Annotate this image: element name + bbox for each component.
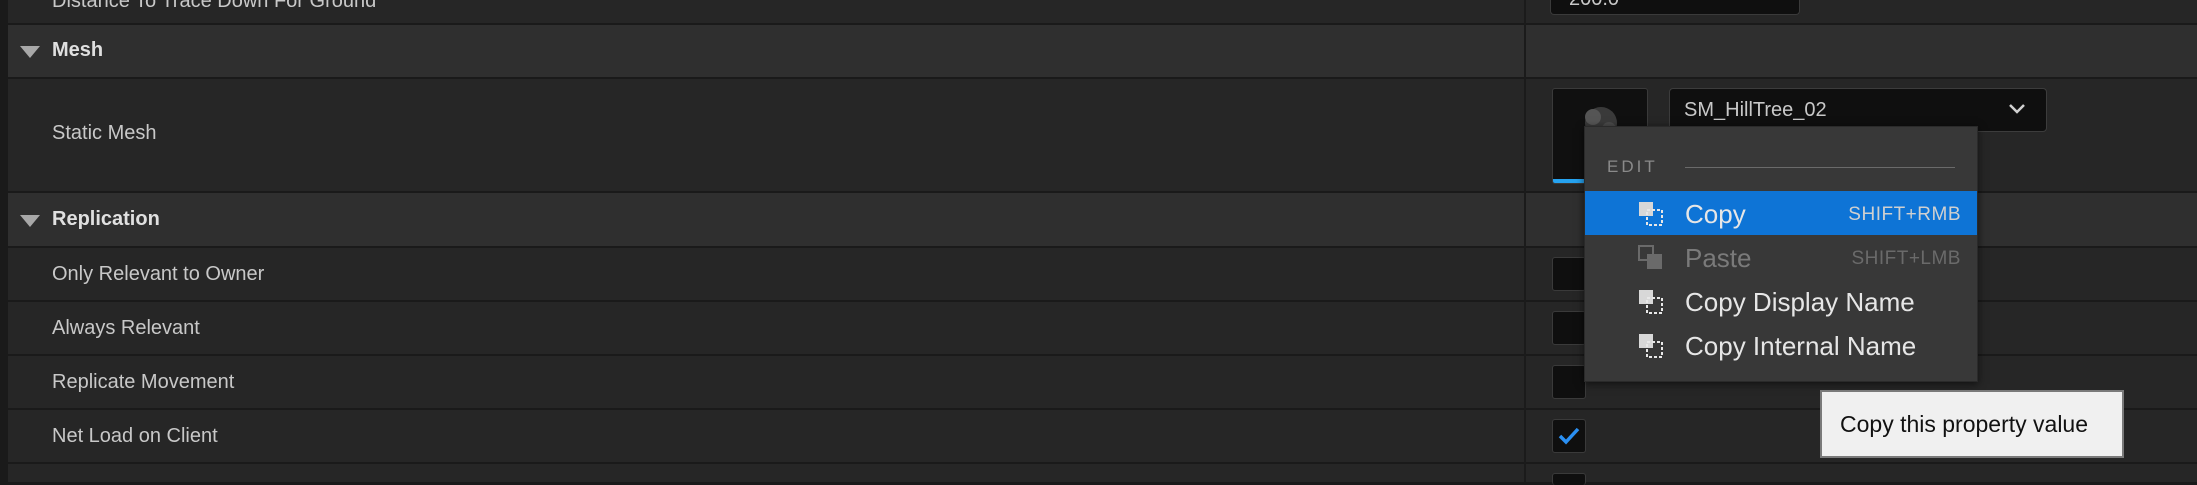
menu-item-copy[interactable]: Copy SHIFT+RMB <box>1585 191 1977 235</box>
chevron-down-icon <box>2009 104 2025 114</box>
property-label: Always Relevant <box>52 317 200 339</box>
property-label: Net Load on Client <box>52 425 218 447</box>
context-menu: EDIT Copy SHIFT+RMB Paste SHIFT+LMB Copy… <box>1584 126 1978 382</box>
property-label: Replicate Movement <box>52 371 235 393</box>
menu-item-copy-display-name[interactable]: Copy Display Name <box>1585 279 1977 323</box>
checkmark-icon <box>1558 427 1580 445</box>
expand-triangle-icon[interactable] <box>20 46 40 58</box>
tooltip-text: Copy this property value <box>1840 411 2089 437</box>
menu-item-label: Paste <box>1685 243 1752 273</box>
menu-item-copy-internal-name[interactable]: Copy Internal Name <box>1585 323 1977 367</box>
trace-distance-value: 200.0 <box>1569 0 1619 11</box>
property-label: Static Mesh <box>52 122 157 144</box>
menu-section-divider <box>1685 167 1955 168</box>
copy-icon <box>1639 290 1663 314</box>
copy-icon <box>1639 334 1663 358</box>
property-label: Only Relevant to Owner <box>52 263 265 285</box>
partial-checkbox[interactable] <box>1552 473 1586 485</box>
paste-icon <box>1638 245 1662 269</box>
category-label: Replication <box>52 208 160 230</box>
panel-gutter <box>0 0 8 482</box>
menu-item-shortcut: SHIFT+LMB <box>1851 248 1961 269</box>
net-load-on-client-checkbox[interactable] <box>1552 419 1586 453</box>
menu-section-header: EDIT <box>1607 157 1658 176</box>
property-row-trace-distance: Distance To Trace Down For Ground <box>8 0 2197 25</box>
menu-item-label: Copy Internal Name <box>1685 331 1917 361</box>
asset-name: SM_HillTree_02 <box>1684 99 1827 121</box>
property-label: Distance To Trace Down For Ground <box>52 0 377 12</box>
menu-item-shortcut: SHIFT+RMB <box>1848 204 1961 225</box>
category-mesh[interactable]: Mesh <box>8 25 2197 79</box>
replicate-movement-checkbox[interactable] <box>1552 365 1586 399</box>
menu-item-label: Copy Display Name <box>1685 287 1915 317</box>
expand-triangle-icon[interactable] <box>20 215 40 227</box>
property-row-partial <box>8 464 2197 482</box>
category-label: Mesh <box>52 39 104 61</box>
menu-item-label: Copy <box>1685 199 1746 229</box>
trace-distance-input[interactable]: 200.0 <box>1550 0 1800 15</box>
tooltip: Copy this property value <box>1820 390 2124 458</box>
column-splitter[interactable] <box>1524 0 1526 482</box>
always-relevant-checkbox[interactable] <box>1552 311 1586 345</box>
menu-item-paste[interactable]: Paste SHIFT+LMB <box>1585 235 1977 279</box>
only-relevant-to-owner-checkbox[interactable] <box>1552 257 1586 291</box>
copy-icon <box>1639 202 1663 226</box>
